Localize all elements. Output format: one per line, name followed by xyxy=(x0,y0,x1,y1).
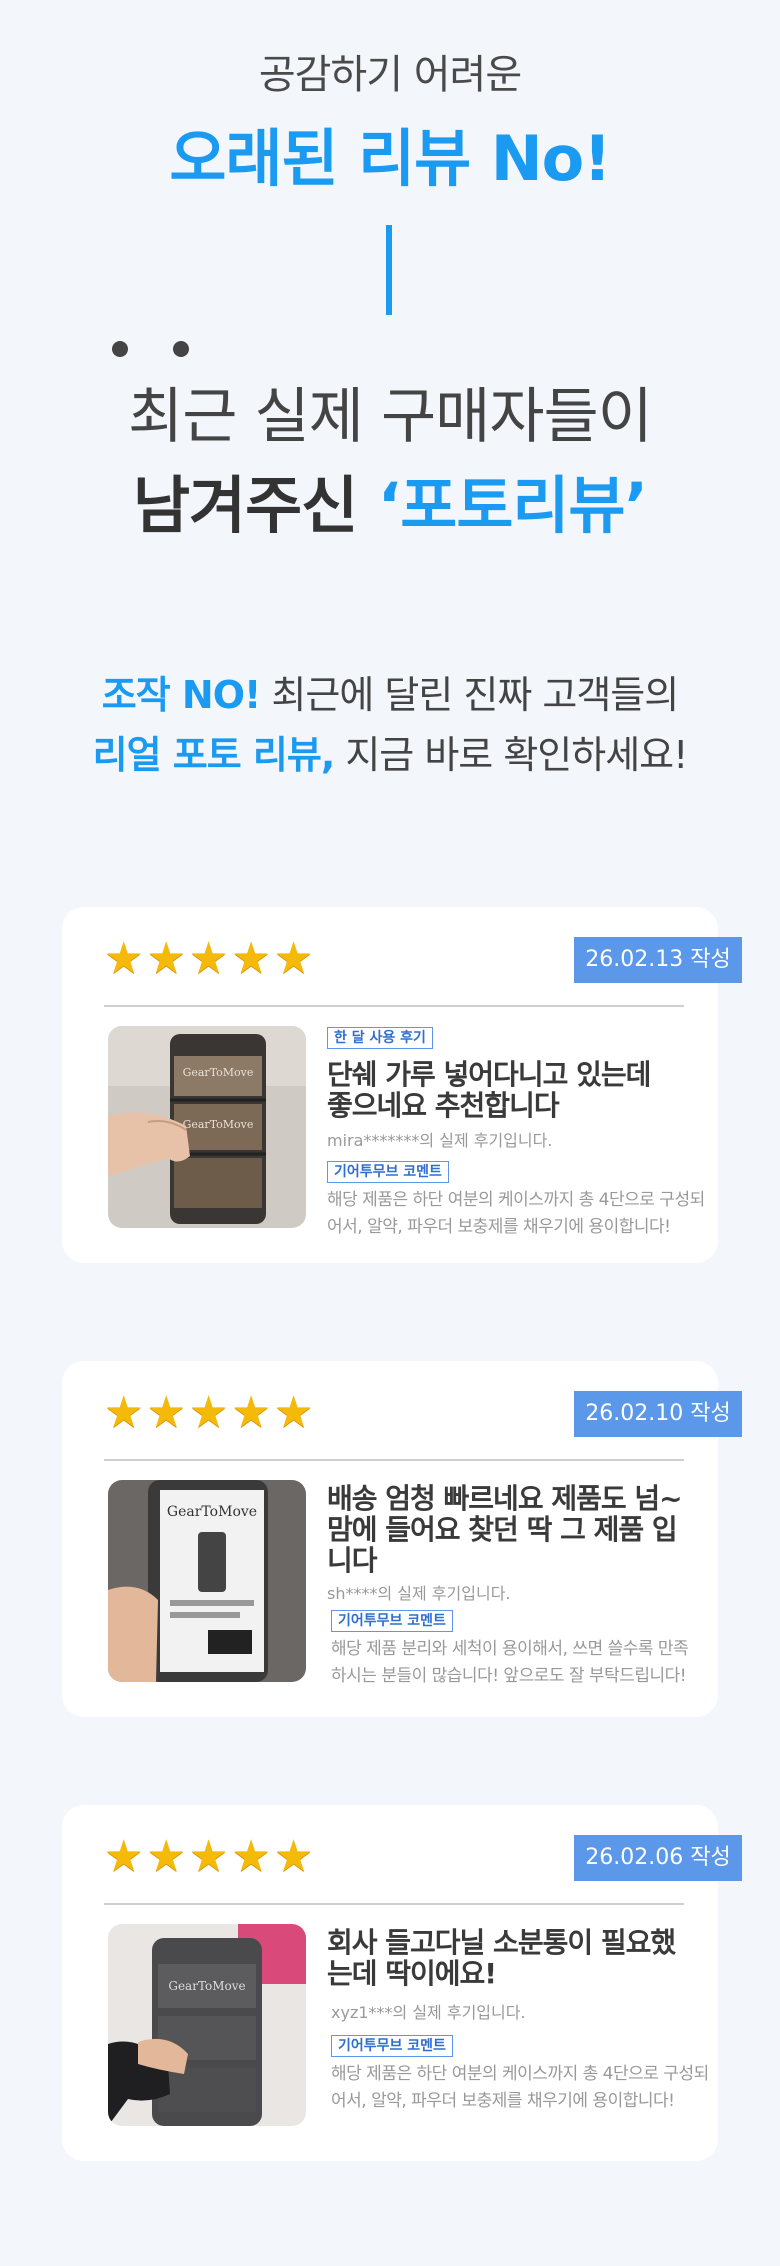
review-photo[interactable]: GearToMove xyxy=(108,1480,306,1682)
review-author: xyz1***의 실제 후기입니다. xyxy=(331,2003,526,2022)
divider-line xyxy=(386,225,392,315)
review-card: ★ ★ ★ ★ ★ 26.02.06 작성 GearToMove 회사 들고다닐 소분통… xyxy=(62,1805,742,2161)
seller-comment: 해당 제품은 하단 여분의 케이스까지 총 4단으로 구성되 어서, 알약, 파… xyxy=(331,2064,709,2111)
star-icon: ★ xyxy=(146,1387,186,1438)
review-date: 26.02.10 작성 xyxy=(574,1391,742,1437)
header-title: 오래된 리뷰 No! xyxy=(169,122,611,195)
review-date: 26.02.13 작성 xyxy=(574,937,742,983)
comment-tag: 기어투무브 코멘트 xyxy=(331,2035,453,2057)
card-divider xyxy=(104,1005,684,1007)
star-icon: ★ xyxy=(273,1831,314,1882)
star-icon: ★ xyxy=(188,1831,229,1882)
seller-comment: 해당 제품 분리와 세척이 용이해서, 쓰면 쓸수록 만족 하시는 분들이 많습… xyxy=(331,1639,689,1686)
svg-text:GearToMove: GearToMove xyxy=(183,1066,254,1079)
review-author: mira*******의 실제 후기입니다. xyxy=(327,1131,553,1150)
comment-tag: 기어투무브 코멘트 xyxy=(331,1610,453,1632)
seller-comment: 해당 제품은 하단 여분의 케이스까지 총 4단으로 구성되 어서, 알약, 파… xyxy=(327,1190,705,1237)
star-icon: ★ xyxy=(273,933,314,984)
star-icon: ★ xyxy=(231,933,271,984)
svg-text:GearToMove: GearToMove xyxy=(183,1118,254,1131)
review-title: 배송 엄청 빠르네요 제품도 넘~ 맘에 들어요 찾던 딱 그 제품 입 니다 xyxy=(327,1482,683,1577)
review-author: sh****의 실제 후기입니다. xyxy=(327,1584,511,1603)
intro-line1: 조작 NO! 최근에 달린 진짜 고객들의 xyxy=(101,673,679,717)
svg-text:GearToMove: GearToMove xyxy=(167,1504,257,1520)
star-icon: ★ xyxy=(231,1831,271,1882)
review-date: 26.02.06 작성 xyxy=(574,1835,742,1881)
headline-line2: 남겨주신 ‘포토리뷰’ xyxy=(132,469,648,542)
star-icon: ★ xyxy=(273,1387,314,1438)
emphasis-dot xyxy=(173,341,189,357)
review-photo[interactable]: GearToMove GearToMove xyxy=(108,1026,306,1228)
review-card: ★ ★ ★ ★ ★ 26.02.10 작성 GearToMove 배송 엄청 빠르네요 … xyxy=(62,1361,742,1717)
review-card: ★ ★ ★ ★ ★ 26.02.13 작성 GearToMove GearToMove … xyxy=(62,907,742,1263)
card-divider xyxy=(104,1459,684,1461)
svg-text:GearToMove: GearToMove xyxy=(168,1979,245,1993)
headline-line1: 최근 실제 구매자들이 xyxy=(128,382,653,452)
star-icon: ★ xyxy=(188,933,229,984)
header-subtitle: 공감하기 어려운 xyxy=(258,52,522,98)
review-body: 회사 들고다닐 소분통이 필요했 는데 딱이에요! xyz1***의 실제 후기… xyxy=(327,1927,727,2115)
star-icon: ★ xyxy=(104,1387,144,1438)
rating-stars: ★ ★ ★ ★ ★ xyxy=(104,1833,313,1881)
review-body: 배송 엄청 빠르네요 제품도 넘~ 맘에 들어요 찾던 딱 그 제품 입 니다 … xyxy=(327,1483,727,1690)
star-icon: ★ xyxy=(146,1831,186,1882)
star-icon: ★ xyxy=(104,933,144,984)
star-icon: ★ xyxy=(231,1387,271,1438)
star-icon: ★ xyxy=(146,933,186,984)
rating-stars: ★ ★ ★ ★ ★ xyxy=(104,1389,313,1437)
review-photo[interactable]: GearToMove xyxy=(108,1924,306,2126)
star-icon: ★ xyxy=(104,1831,144,1882)
review-body: 한 달 사용 후기 단쉐 가루 넣어다니고 있는데 좋으네요 추천합니다 mir… xyxy=(327,1027,727,1241)
card-divider xyxy=(104,1903,684,1905)
review-title: 단쉐 가루 넣어다니고 있는데 좋으네요 추천합니다 xyxy=(327,1058,651,1122)
comment-tag: 기어투무브 코멘트 xyxy=(327,1161,449,1183)
usage-badge: 한 달 사용 후기 xyxy=(327,1027,433,1049)
star-icon: ★ xyxy=(188,1387,229,1438)
intro-line2: 리얼 포토 리뷰, 지금 바로 확인하세요! xyxy=(92,733,689,777)
review-title: 회사 들고다닐 소분통이 필요했 는데 딱이에요! xyxy=(327,1926,676,1990)
emphasis-dot xyxy=(112,341,128,357)
rating-stars: ★ ★ ★ ★ ★ xyxy=(104,935,313,983)
